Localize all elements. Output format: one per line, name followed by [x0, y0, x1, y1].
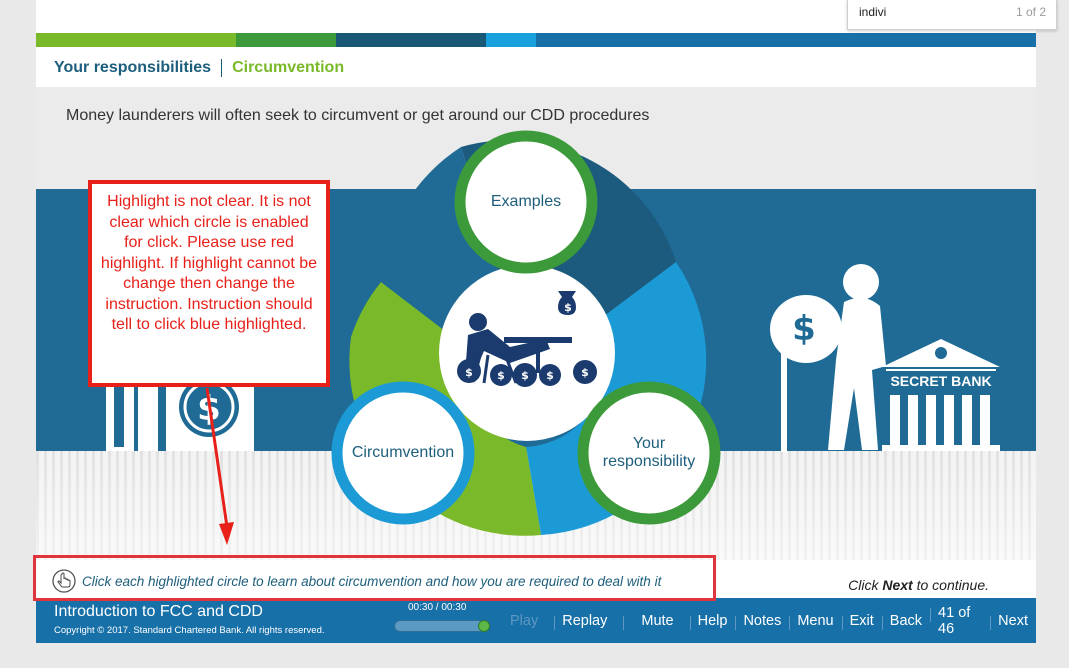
- help-button[interactable]: Help: [689, 613, 736, 630]
- examples-circle-button[interactable]: Examples: [466, 182, 586, 222]
- page-indicator: 41 of 46: [930, 605, 990, 637]
- breadcrumb-topic: Circumvention: [232, 59, 345, 76]
- svg-text:$: $: [564, 301, 572, 314]
- timecode: 00:30 / 00:30: [408, 602, 467, 613]
- secret-bank-label: SECRET BANK: [890, 373, 992, 389]
- svg-text:$: $: [197, 389, 221, 429]
- seek-bar[interactable]: [394, 620, 490, 632]
- back-button[interactable]: Back: [881, 613, 930, 630]
- circumvention-circle-button[interactable]: Circumvention: [343, 433, 463, 473]
- breadcrumb-separator: [221, 59, 223, 77]
- instruction-text: Click each highlighted circle to learn a…: [82, 574, 662, 589]
- top-color-stripe: [36, 33, 1036, 47]
- svg-text:$: $: [581, 366, 589, 379]
- hand-pointer-icon: [52, 569, 76, 593]
- review-annotation: Highlight is not clear. It is not clear …: [88, 180, 330, 387]
- course-title: Introduction to FCC and CDD: [54, 603, 263, 620]
- notes-button[interactable]: Notes: [735, 613, 789, 630]
- next-button[interactable]: Next: [990, 613, 1036, 630]
- svg-text:$: $: [792, 309, 816, 349]
- seek-handle[interactable]: [478, 620, 490, 632]
- menu-button[interactable]: Menu: [789, 613, 841, 630]
- exit-button[interactable]: Exit: [841, 613, 882, 630]
- find-match-count: 1 of 2: [1015, 5, 1046, 19]
- player-footer: Introduction to FCC and CDD Copyright © …: [36, 598, 1036, 643]
- play-button[interactable]: Play: [502, 613, 554, 629]
- find-bar[interactable]: indivi 1 of 2: [847, 0, 1057, 30]
- breadcrumb: Your responsibilities Circumvention: [54, 59, 344, 77]
- man-with-money-bag-icon: [770, 264, 886, 452]
- svg-text:$: $: [521, 369, 529, 382]
- svg-text:$: $: [546, 369, 554, 382]
- your-responsibility-circle-button[interactable]: Your responsibility: [596, 431, 702, 475]
- copyright: Copyright © 2017. Standard Chartered Ban…: [54, 625, 325, 636]
- mute-button[interactable]: Mute: [623, 613, 689, 630]
- find-query[interactable]: indivi: [859, 5, 886, 19]
- svg-text:$: $: [497, 369, 505, 382]
- player-nav: Play Replay Mute Help Notes Menu Exit Ba…: [502, 598, 1036, 643]
- replay-button[interactable]: Replay: [554, 613, 623, 630]
- breadcrumb-section: Your responsibilities: [54, 59, 212, 76]
- svg-text:$: $: [465, 366, 473, 379]
- next-hint: Click Next to continue.: [848, 577, 989, 593]
